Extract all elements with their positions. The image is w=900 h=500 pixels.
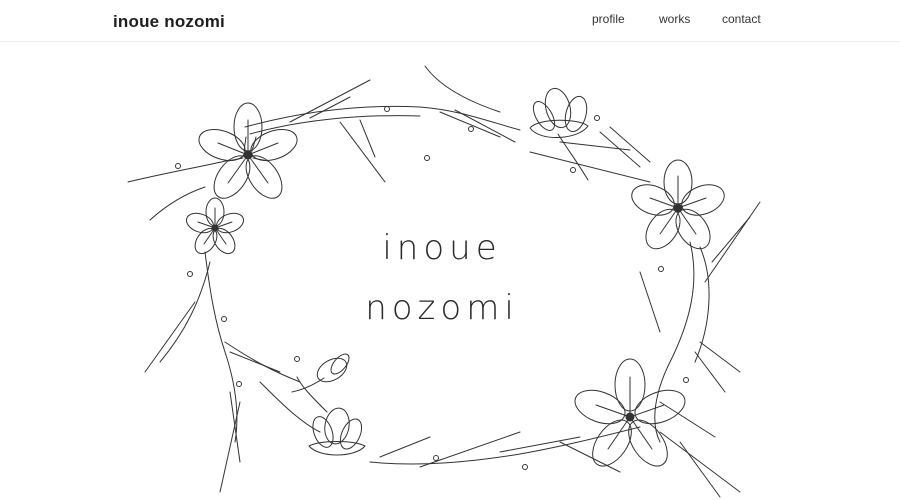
cherry-blossom-flower [198, 102, 298, 199]
branch [149, 186, 206, 221]
branch [659, 431, 741, 493]
branch [309, 96, 351, 119]
branch [219, 401, 241, 493]
branch [289, 79, 371, 123]
branch [159, 261, 211, 363]
branch [529, 151, 651, 183]
branch [229, 351, 281, 373]
branch [711, 216, 751, 263]
branch [244, 105, 521, 131]
nav-item-profile[interactable]: profile [592, 12, 625, 26]
branch [599, 131, 641, 168]
branch [369, 426, 641, 465]
hero-section: inoue nozomi [0, 42, 900, 500]
main-nav: profile works contact [0, 12, 900, 32]
branch [249, 115, 421, 135]
cherry-blossom-flower [185, 197, 245, 255]
branch [259, 381, 321, 433]
branch [424, 65, 501, 113]
branch [609, 126, 651, 163]
branch [639, 271, 661, 333]
flower-bud [529, 87, 589, 181]
branch [339, 121, 386, 183]
floral-wreath-illustration [127, 65, 761, 498]
hero-title-line2: nozomi [365, 288, 519, 328]
flower-bud [291, 353, 350, 393]
branch [224, 341, 301, 383]
branch [704, 201, 761, 283]
hero-title-line1: inoue [382, 228, 502, 268]
branch [229, 391, 241, 463]
flower-bud [296, 376, 366, 456]
cherry-blossom-flower [631, 159, 725, 250]
branch [694, 246, 710, 363]
nav-item-contact[interactable]: contact [722, 12, 761, 26]
branch [559, 441, 621, 473]
branch [694, 351, 726, 393]
nav-item-works[interactable]: works [659, 12, 690, 26]
branch [679, 441, 721, 498]
branch [144, 301, 196, 373]
site-header: inoue nozomi profile works contact [0, 0, 900, 42]
branch [654, 241, 695, 443]
branch [379, 436, 431, 458]
branch [419, 431, 521, 468]
